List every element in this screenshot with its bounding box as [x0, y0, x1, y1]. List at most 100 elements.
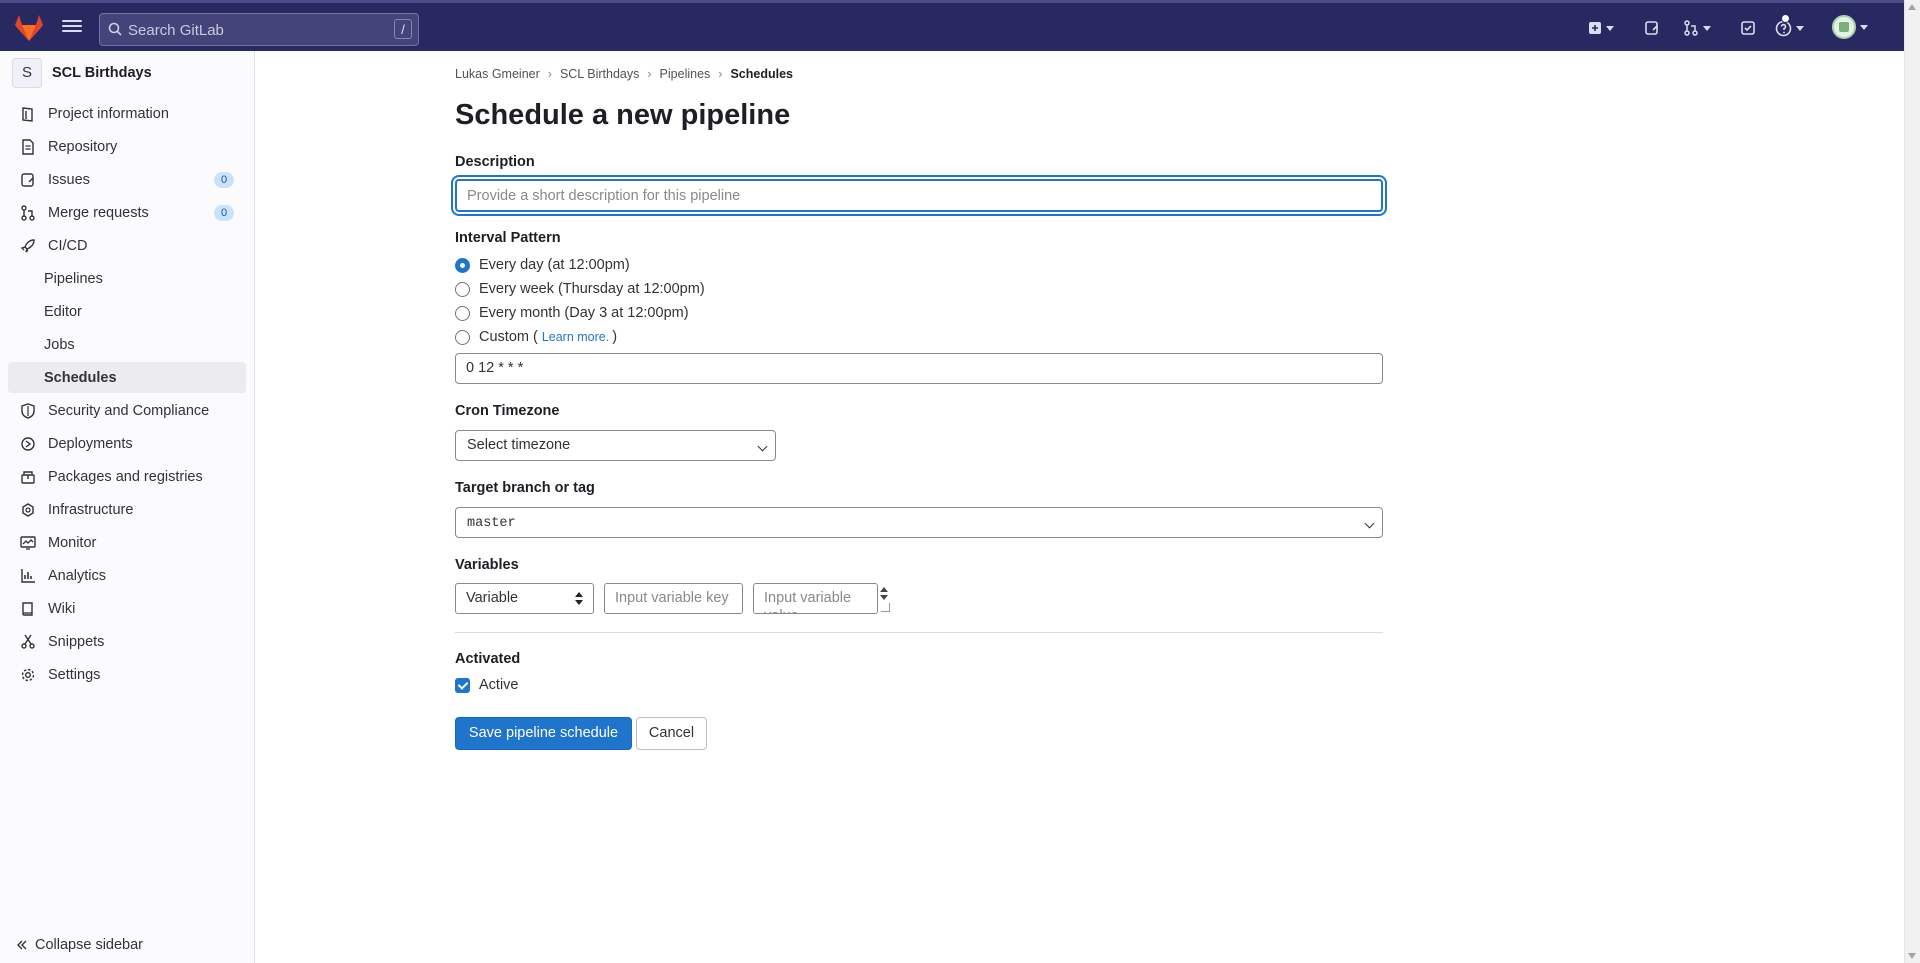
sidebar-item-deployments[interactable]: Deployments [8, 428, 246, 459]
sidebar-item-label: CI/CD [48, 237, 88, 254]
sidebar-item-schedules[interactable]: Schedules [8, 362, 246, 393]
sidebar-item-pipelines[interactable]: Pipelines [8, 263, 246, 294]
cron-timezone-label: Cron Timezone [455, 403, 560, 419]
variable-value-spinner[interactable] [878, 583, 890, 614]
issues-button[interactable] [1644, 17, 1660, 39]
sidebar-item-label: Wiki [48, 600, 76, 617]
sidebar-item-repository[interactable]: Repository [8, 131, 246, 162]
project-header[interactable]: S SCL Birthdays [12, 57, 152, 88]
active-label: Active [479, 677, 519, 693]
sidebar-item-monitor[interactable]: Monitor [8, 527, 246, 558]
sort-down-icon [575, 600, 583, 605]
gitlab-logo[interactable] [14, 14, 44, 42]
variable-value-input[interactable]: Input variable value [753, 583, 878, 614]
merge-requests-button[interactable] [1683, 17, 1711, 39]
sidebar-item-merge-requests[interactable]: Merge requests 0 [8, 197, 246, 228]
cloud-icon [22, 502, 34, 517]
interval-pattern-label: Interval Pattern [455, 230, 561, 246]
breadcrumb-item[interactable]: Lukas Gmeiner [455, 67, 540, 81]
sidebar-item-infrastructure[interactable]: Infrastructure [8, 494, 246, 525]
create-new-button[interactable] [1588, 17, 1614, 39]
scissors-icon [21, 634, 35, 649]
merge-requests-count-badge: 0 [214, 205, 234, 221]
variable-type-select[interactable]: Variable [455, 583, 594, 614]
sidebar-item-wiki[interactable]: Wiki [8, 593, 246, 624]
user-menu-button[interactable] [1832, 15, 1868, 39]
active-checkbox-row[interactable]: Active [455, 677, 519, 693]
interval-option-label: Every month (Day 3 at 12:00pm) [479, 305, 689, 321]
breadcrumb-current[interactable]: Schedules [730, 67, 793, 81]
sidebar-item-packages-and-registries[interactable]: Packages and registries [8, 461, 246, 492]
interval-option-monthly[interactable]: Every month (Day 3 at 12:00pm) [455, 305, 689, 321]
cancel-button[interactable]: Cancel [636, 717, 707, 750]
sidebar-item-label: Issues [48, 171, 90, 188]
custom-close-paren: ) [612, 329, 618, 345]
timezone-dropdown[interactable]: Select timezone [455, 430, 776, 461]
chevron-down-icon [1703, 25, 1711, 31]
project-icon [22, 106, 33, 122]
sidebar-item-label: Pipelines [44, 270, 103, 287]
radio-unselected[interactable] [455, 305, 470, 321]
save-pipeline-schedule-button[interactable]: Save pipeline schedule [455, 717, 632, 750]
interval-option-custom[interactable]: Custom ( Learn more. ) [455, 329, 617, 345]
interval-option-daily[interactable]: Every day (at 12:00pm) [455, 257, 630, 273]
scroll-down-icon[interactable] [1908, 953, 1916, 959]
sidebar-item-cicd[interactable]: CI/CD [8, 230, 246, 261]
target-branch-value: master [467, 516, 516, 531]
sidebar-item-jobs[interactable]: Jobs [8, 329, 246, 360]
issues-icon [1645, 21, 1658, 35]
gear-icon [21, 668, 35, 681]
sidebar-item-project-information[interactable]: Project information [8, 98, 246, 129]
target-branch-dropdown[interactable]: master [455, 507, 1383, 538]
target-branch-label: Target branch or tag [455, 480, 595, 496]
sidebar-item-label: Monitor [48, 534, 97, 551]
deployments-icon [21, 436, 35, 451]
scrollbar[interactable] [1904, 0, 1920, 963]
sidebar: S SCL Birthdays Project information Repo… [0, 51, 255, 963]
todos-button[interactable] [1740, 17, 1756, 39]
merge-request-icon [21, 204, 35, 221]
merge-request-icon [1684, 20, 1698, 36]
interval-option-label: Custom ( [479, 329, 538, 345]
chevron-down-icon [1364, 518, 1375, 529]
radio-selected[interactable] [455, 257, 470, 273]
sidebar-item-label: Jobs [44, 336, 75, 353]
search-placeholder: Search GitLab [128, 22, 224, 39]
radio-unselected[interactable] [455, 281, 470, 297]
sidebar-item-label: Analytics [48, 567, 107, 584]
sidebar-item-settings[interactable]: Settings [8, 659, 246, 690]
double-chevron-left-icon [17, 940, 27, 950]
cron-pattern-input[interactable]: 0 12 * * * [455, 353, 1383, 384]
interval-option-weekly[interactable]: Every week (Thursday at 12:00pm) [455, 281, 705, 297]
monitor-icon [20, 535, 36, 550]
sidebar-item-snippets[interactable]: Snippets [8, 626, 246, 657]
package-icon [21, 470, 35, 484]
scroll-up-icon[interactable] [1908, 4, 1916, 10]
sidebar-item-issues[interactable]: Issues 0 [8, 164, 246, 195]
radio-unselected[interactable] [455, 329, 470, 345]
sidebar-item-label: Packages and registries [48, 468, 203, 485]
sidebar-item-analytics[interactable]: Analytics [8, 560, 246, 591]
sidebar-item-security-and-compliance[interactable]: Security and Compliance [8, 395, 246, 426]
description-input[interactable] [455, 179, 1383, 212]
sidebar-item-label: Project information [48, 105, 169, 122]
chevron-down-icon [1606, 25, 1614, 31]
shield-icon [21, 402, 35, 419]
breadcrumb-item[interactable]: Pipelines [660, 67, 711, 81]
search-icon [108, 22, 122, 36]
breadcrumb-separator-icon: › [547, 67, 552, 81]
resize-handle-icon[interactable] [881, 603, 890, 612]
active-checkbox[interactable] [455, 677, 470, 693]
learn-more-link[interactable]: Learn more. [542, 330, 609, 344]
collapse-sidebar-button[interactable]: Collapse sidebar [16, 937, 143, 953]
doc-icon [22, 138, 34, 155]
search-input[interactable]: Search GitLab / [99, 13, 419, 46]
breadcrumb-item[interactable]: SCL Birthdays [560, 67, 639, 81]
help-button[interactable] [1775, 14, 1804, 39]
divider [455, 632, 1383, 633]
menu-icon[interactable] [62, 17, 82, 37]
chevron-down-icon [757, 441, 768, 452]
book-icon [22, 601, 33, 616]
variable-key-input[interactable]: Input variable key [604, 583, 743, 614]
sidebar-item-editor[interactable]: Editor [8, 296, 246, 327]
